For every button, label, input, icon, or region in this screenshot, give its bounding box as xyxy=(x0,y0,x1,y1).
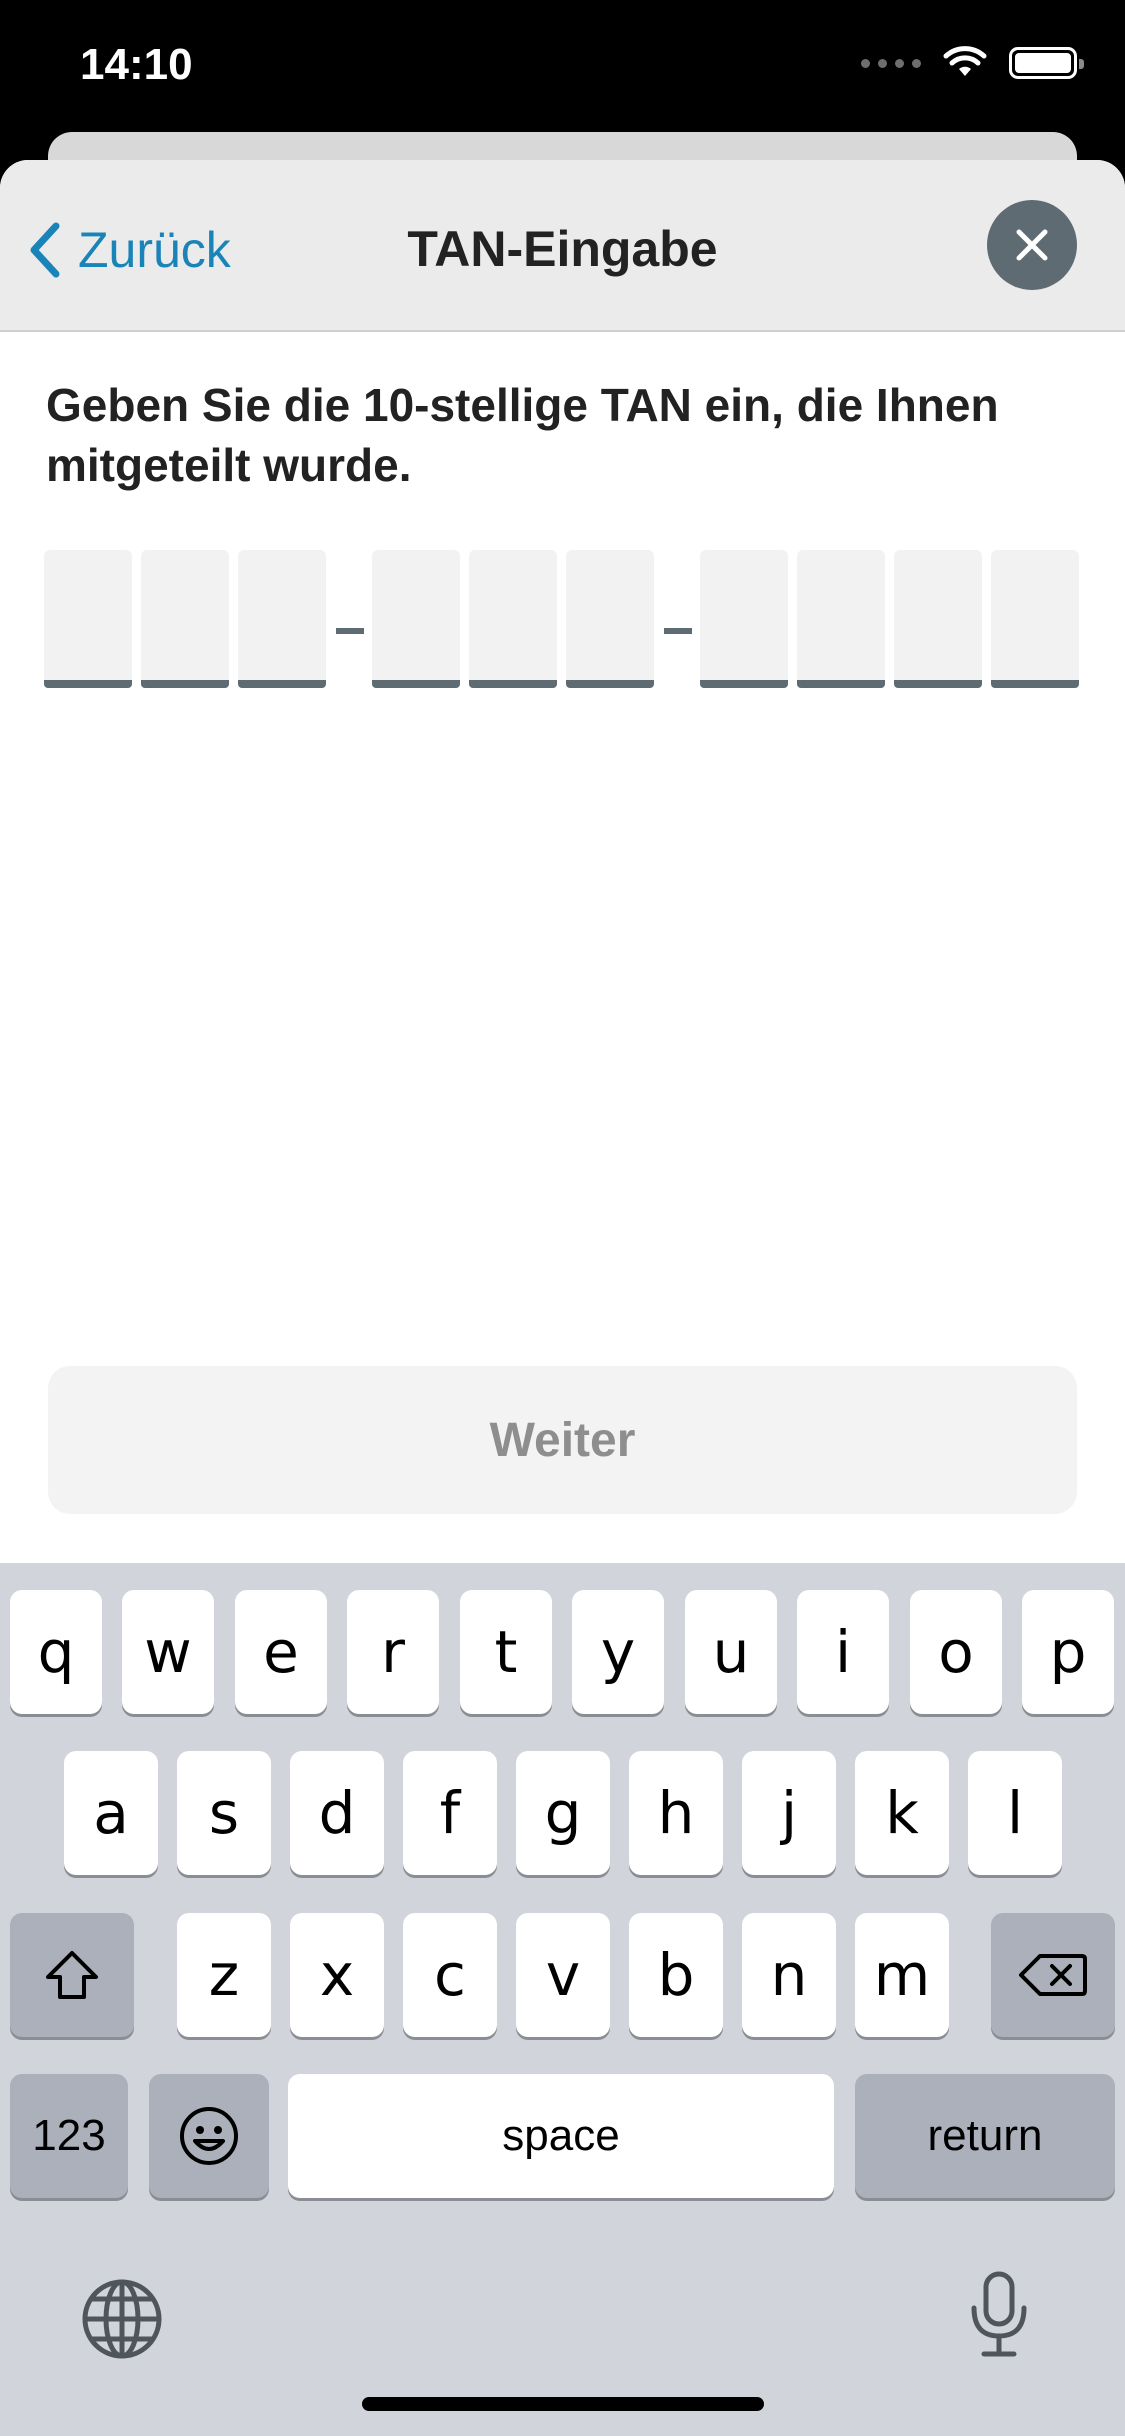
tan-digit-field[interactable] xyxy=(372,550,460,688)
key-s[interactable]: s xyxy=(177,1751,271,1875)
tan-digit-field[interactable] xyxy=(894,550,982,688)
tan-digit-field[interactable] xyxy=(700,550,788,688)
space-key[interactable]: space xyxy=(288,2074,834,2198)
key-m[interactable]: m xyxy=(855,1913,949,2037)
microphone-icon[interactable] xyxy=(966,2270,1032,2360)
status-icons xyxy=(861,46,1084,80)
backspace-icon xyxy=(1019,1954,1087,1996)
key-v[interactable]: v xyxy=(516,1913,610,2037)
key-h[interactable]: h xyxy=(629,1751,723,1875)
key-l[interactable]: l xyxy=(968,1751,1062,1875)
key-g[interactable]: g xyxy=(516,1751,610,1875)
delete-key[interactable] xyxy=(991,1913,1115,2037)
key-b[interactable]: b xyxy=(629,1913,723,2037)
wifi-icon xyxy=(943,46,987,76)
key-i[interactable]: i xyxy=(797,1590,889,1714)
key-x[interactable]: x xyxy=(290,1913,384,2037)
close-icon xyxy=(1016,229,1048,261)
tan-digit-field[interactable] xyxy=(238,550,326,688)
instruction-text: Geben Sie die 10-stellige TAN ein, die I… xyxy=(46,379,999,491)
key-o[interactable]: o xyxy=(910,1590,1002,1714)
status-time: 14:10 xyxy=(80,40,193,89)
key-u[interactable]: u xyxy=(685,1590,777,1714)
key-z[interactable]: z xyxy=(177,1913,271,2037)
battery-icon xyxy=(1009,47,1084,79)
key-f[interactable]: f xyxy=(403,1751,497,1875)
home-indicator[interactable] xyxy=(362,2397,764,2411)
emoji-icon xyxy=(180,2107,238,2165)
shift-key[interactable] xyxy=(10,1913,134,2037)
keyboard: q w e r t y u i o p a s d f g h j k l z … xyxy=(0,1563,1125,2436)
key-n[interactable]: n xyxy=(742,1913,836,2037)
numbers-key[interactable]: 123 xyxy=(10,2074,128,2198)
key-a[interactable]: a xyxy=(64,1751,158,1875)
key-c[interactable]: c xyxy=(403,1913,497,2037)
key-t[interactable]: t xyxy=(460,1590,552,1714)
key-p[interactable]: p xyxy=(1022,1590,1114,1714)
emoji-key[interactable] xyxy=(149,2074,269,2198)
key-w[interactable]: w xyxy=(122,1590,214,1714)
key-d[interactable]: d xyxy=(290,1751,384,1875)
globe-icon[interactable] xyxy=(80,2277,164,2361)
shift-icon xyxy=(46,1951,98,1999)
key-q[interactable]: q xyxy=(10,1590,102,1714)
key-r[interactable]: r xyxy=(347,1590,439,1714)
tan-digit-field[interactable] xyxy=(469,550,557,688)
cellular-signal-icon xyxy=(861,58,921,68)
tan-separator xyxy=(336,628,364,634)
tan-input xyxy=(44,550,1088,688)
key-k[interactable]: k xyxy=(855,1751,949,1875)
tan-digit-field[interactable] xyxy=(44,550,132,688)
close-button[interactable] xyxy=(987,200,1077,290)
key-e[interactable]: e xyxy=(235,1590,327,1714)
next-button[interactable]: Weiter xyxy=(48,1366,1077,1514)
navigation-bar: Zurück TAN-Eingabe xyxy=(0,160,1125,332)
tan-digit-field[interactable] xyxy=(566,550,654,688)
key-j[interactable]: j xyxy=(742,1751,836,1875)
page-title: TAN-Eingabe xyxy=(407,221,718,277)
tan-digit-field[interactable] xyxy=(991,550,1079,688)
return-key[interactable]: return xyxy=(855,2074,1115,2198)
tan-separator xyxy=(664,628,692,634)
status-bar: 14:10 xyxy=(0,0,1125,135)
key-y[interactable]: y xyxy=(572,1590,664,1714)
tan-digit-field[interactable] xyxy=(797,550,885,688)
tan-digit-field[interactable] xyxy=(141,550,229,688)
